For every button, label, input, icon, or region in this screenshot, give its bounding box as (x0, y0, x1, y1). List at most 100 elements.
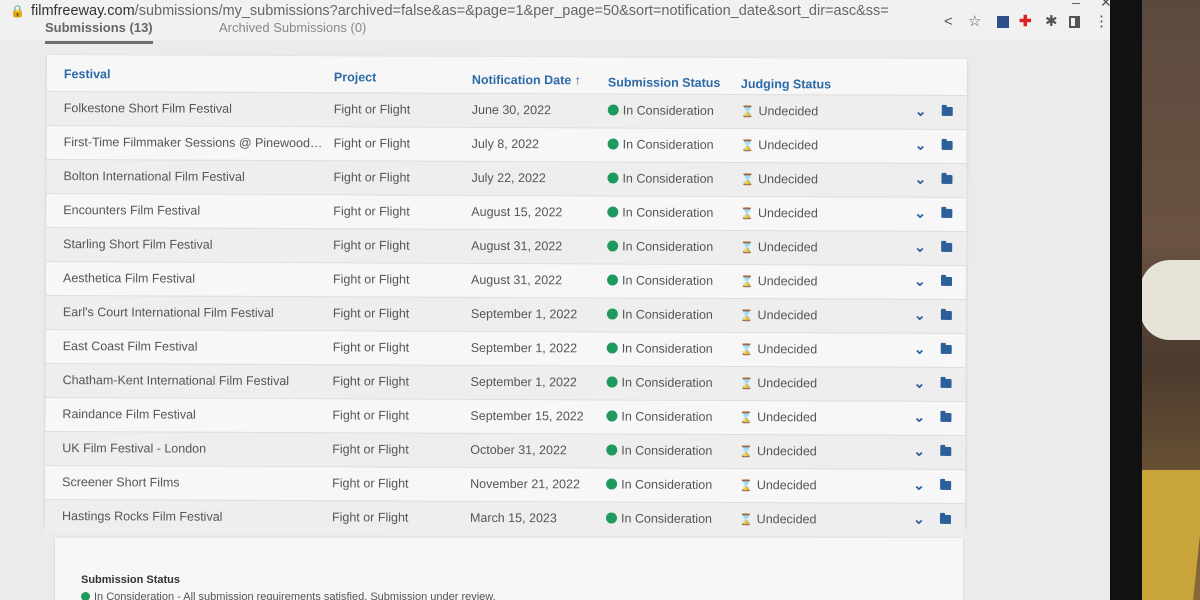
submission-status: In Consideration (606, 375, 713, 390)
judging-status: ⌛ Undecided (739, 444, 817, 459)
puzzle-icon[interactable]: ✱ (1045, 14, 1058, 30)
hourglass-icon: ⌛ (739, 446, 754, 459)
chevron-down-icon[interactable]: ⌄ (913, 511, 925, 528)
extension-download-icon[interactable] (997, 16, 1009, 28)
folder-icon[interactable] (940, 446, 952, 456)
folder-icon[interactable] (939, 514, 952, 524)
project-name[interactable]: Fight or Flight (333, 170, 409, 184)
project-name[interactable]: Fight or Flight (332, 476, 408, 490)
project-name[interactable]: Fight or Flight (334, 136, 410, 150)
project-name[interactable]: Fight or Flight (333, 272, 409, 286)
hourglass-icon: ⌛ (740, 174, 755, 187)
festival-name[interactable]: UK Film Festival - London (62, 441, 322, 456)
festival-name[interactable]: Starling Short Film Festival (63, 237, 323, 252)
judging-status: ⌛ Undecided (740, 172, 818, 187)
folder-icon[interactable] (940, 412, 952, 422)
table-row[interactable]: Chatham-Kent International Film Festival… (45, 362, 966, 402)
status-dot (606, 308, 618, 320)
notification-date: September 15, 2022 (470, 408, 584, 424)
festival-name[interactable]: Hastings Rocks Film Festival (62, 509, 322, 524)
extension-plus-icon[interactable]: ✚ (1019, 14, 1032, 30)
folder-icon[interactable] (941, 276, 953, 286)
festival-name[interactable]: First-Time Filmmaker Sessions @ Pinewood… (64, 135, 324, 150)
folder-icon[interactable] (941, 242, 953, 252)
judging-status: ⌛ Undecided (739, 478, 817, 493)
festival-name[interactable]: Folkestone Short Film Festival (64, 101, 324, 116)
festival-name[interactable]: Aesthetica Film Festival (63, 271, 323, 286)
notification-date: September 1, 2022 (470, 374, 577, 390)
notification-date: August 31, 2022 (471, 238, 563, 254)
chevron-down-icon[interactable]: ⌄ (914, 375, 926, 392)
project-name[interactable]: Fight or Flight (333, 340, 409, 354)
table-row[interactable]: Starling Short Film Festival Fight or Fli… (46, 226, 967, 266)
folder-icon[interactable] (940, 480, 952, 490)
share-icon[interactable]: < (944, 14, 953, 30)
sidebar-icon[interactable] (1069, 16, 1080, 28)
chevron-down-icon[interactable]: ⌄ (914, 307, 926, 324)
table-row[interactable]: Aesthetica Film Festival Fight or Flight A… (45, 260, 967, 300)
table-row[interactable]: First-Time Filmmaker Sessions @ Pinewood… (46, 124, 967, 164)
chevron-down-icon[interactable]: ⌄ (913, 409, 925, 426)
notification-date: July 8, 2022 (471, 136, 540, 152)
judging-status: ⌛ Undecided (740, 104, 819, 119)
project-name[interactable]: Fight or Flight (333, 204, 409, 218)
chevron-down-icon[interactable]: ⌄ (914, 205, 926, 222)
table-row[interactable]: Earl's Court International Film Festival… (45, 294, 966, 334)
menu-icon[interactable]: ⋮ (1094, 14, 1109, 30)
folder-icon[interactable] (941, 106, 953, 116)
folder-icon[interactable] (941, 140, 953, 150)
header-project[interactable]: Project (334, 70, 376, 84)
header-submission-status[interactable]: Submission Status (608, 75, 721, 89)
header-notification-date[interactable]: Notification Date ↑ (472, 73, 581, 87)
url-text[interactable]: filmfreeway.com/submissions/my_submissio… (31, 3, 889, 19)
festival-name[interactable]: Bolton International Film Festival (63, 169, 323, 184)
folder-icon[interactable] (941, 174, 953, 184)
table-row[interactable]: Hastings Rocks Film Festival Fight or Fli… (44, 498, 966, 538)
status-dot (606, 274, 619, 286)
festival-name[interactable]: Screener Short Films (62, 475, 322, 490)
table-row[interactable]: Folkestone Short Film Festival Fight or F… (46, 90, 967, 130)
star-icon[interactable]: ☆ (968, 14, 981, 30)
chevron-down-icon[interactable]: ⌄ (914, 273, 926, 290)
table-row[interactable]: Raindance Film Festival Fight or Flight Se… (45, 396, 966, 436)
chevron-down-icon[interactable]: ⌄ (914, 341, 926, 358)
festival-name[interactable]: Raindance Film Festival (62, 407, 322, 422)
festival-name[interactable]: East Coast Film Festival (63, 339, 323, 354)
hourglass-icon: ⌛ (740, 208, 755, 221)
tab-submissions[interactable]: Submissions (13) (45, 20, 153, 44)
project-name[interactable]: Fight or Flight (333, 306, 409, 320)
chevron-down-icon[interactable]: ⌄ (914, 171, 926, 188)
chevron-down-icon[interactable]: ⌄ (915, 103, 927, 120)
chevron-down-icon[interactable]: ⌄ (914, 239, 926, 256)
close-icon[interactable]: ✕ (1100, 0, 1110, 11)
festival-name[interactable]: Chatham-Kent International Film Festival (63, 373, 323, 388)
folder-icon[interactable] (940, 378, 952, 388)
minimize-icon[interactable]: – (1072, 0, 1080, 10)
project-name[interactable]: Fight or Flight (333, 238, 409, 252)
status-legend: Submission Status In Consideration - All… (55, 538, 963, 600)
festival-name[interactable]: Earl's Court International Film Festival (63, 305, 323, 320)
table-row[interactable]: Screener Short Films Fight or Flight Novem… (45, 464, 966, 504)
folder-icon[interactable] (940, 344, 952, 354)
chevron-down-icon[interactable]: ⌄ (915, 137, 927, 154)
project-name[interactable]: Fight or Flight (334, 102, 410, 116)
table-row[interactable]: Encounters Film Festival Fight or Flight A… (46, 192, 967, 232)
project-name[interactable]: Fight or Flight (332, 408, 408, 422)
chevron-down-icon[interactable]: ⌄ (913, 443, 925, 460)
project-name[interactable]: Fight or Flight (332, 442, 408, 456)
folder-icon[interactable] (940, 310, 952, 320)
table-header: Festival Project Notification Date ↑ Sub… (47, 55, 967, 95)
header-festival[interactable]: Festival (64, 67, 111, 81)
hourglass-icon: ⌛ (739, 480, 753, 493)
festival-name[interactable]: Encounters Film Festival (63, 203, 323, 218)
chevron-down-icon[interactable]: ⌄ (913, 477, 925, 494)
status-dot (606, 444, 618, 456)
tab-archived-submissions[interactable]: Archived Submissions (0) (219, 20, 366, 35)
project-name[interactable]: Fight or Flight (333, 374, 409, 388)
table-row[interactable]: Bolton International Film Festival Fight … (46, 158, 967, 198)
project-name[interactable]: Fight or Flight (332, 510, 408, 524)
table-row[interactable]: UK Film Festival - London Fight or Flight… (45, 430, 966, 470)
table-row[interactable]: East Coast Film Festival Fight or Flight S… (45, 328, 966, 368)
header-judging-status[interactable]: Judging Status (741, 77, 831, 91)
folder-icon[interactable] (941, 208, 953, 218)
